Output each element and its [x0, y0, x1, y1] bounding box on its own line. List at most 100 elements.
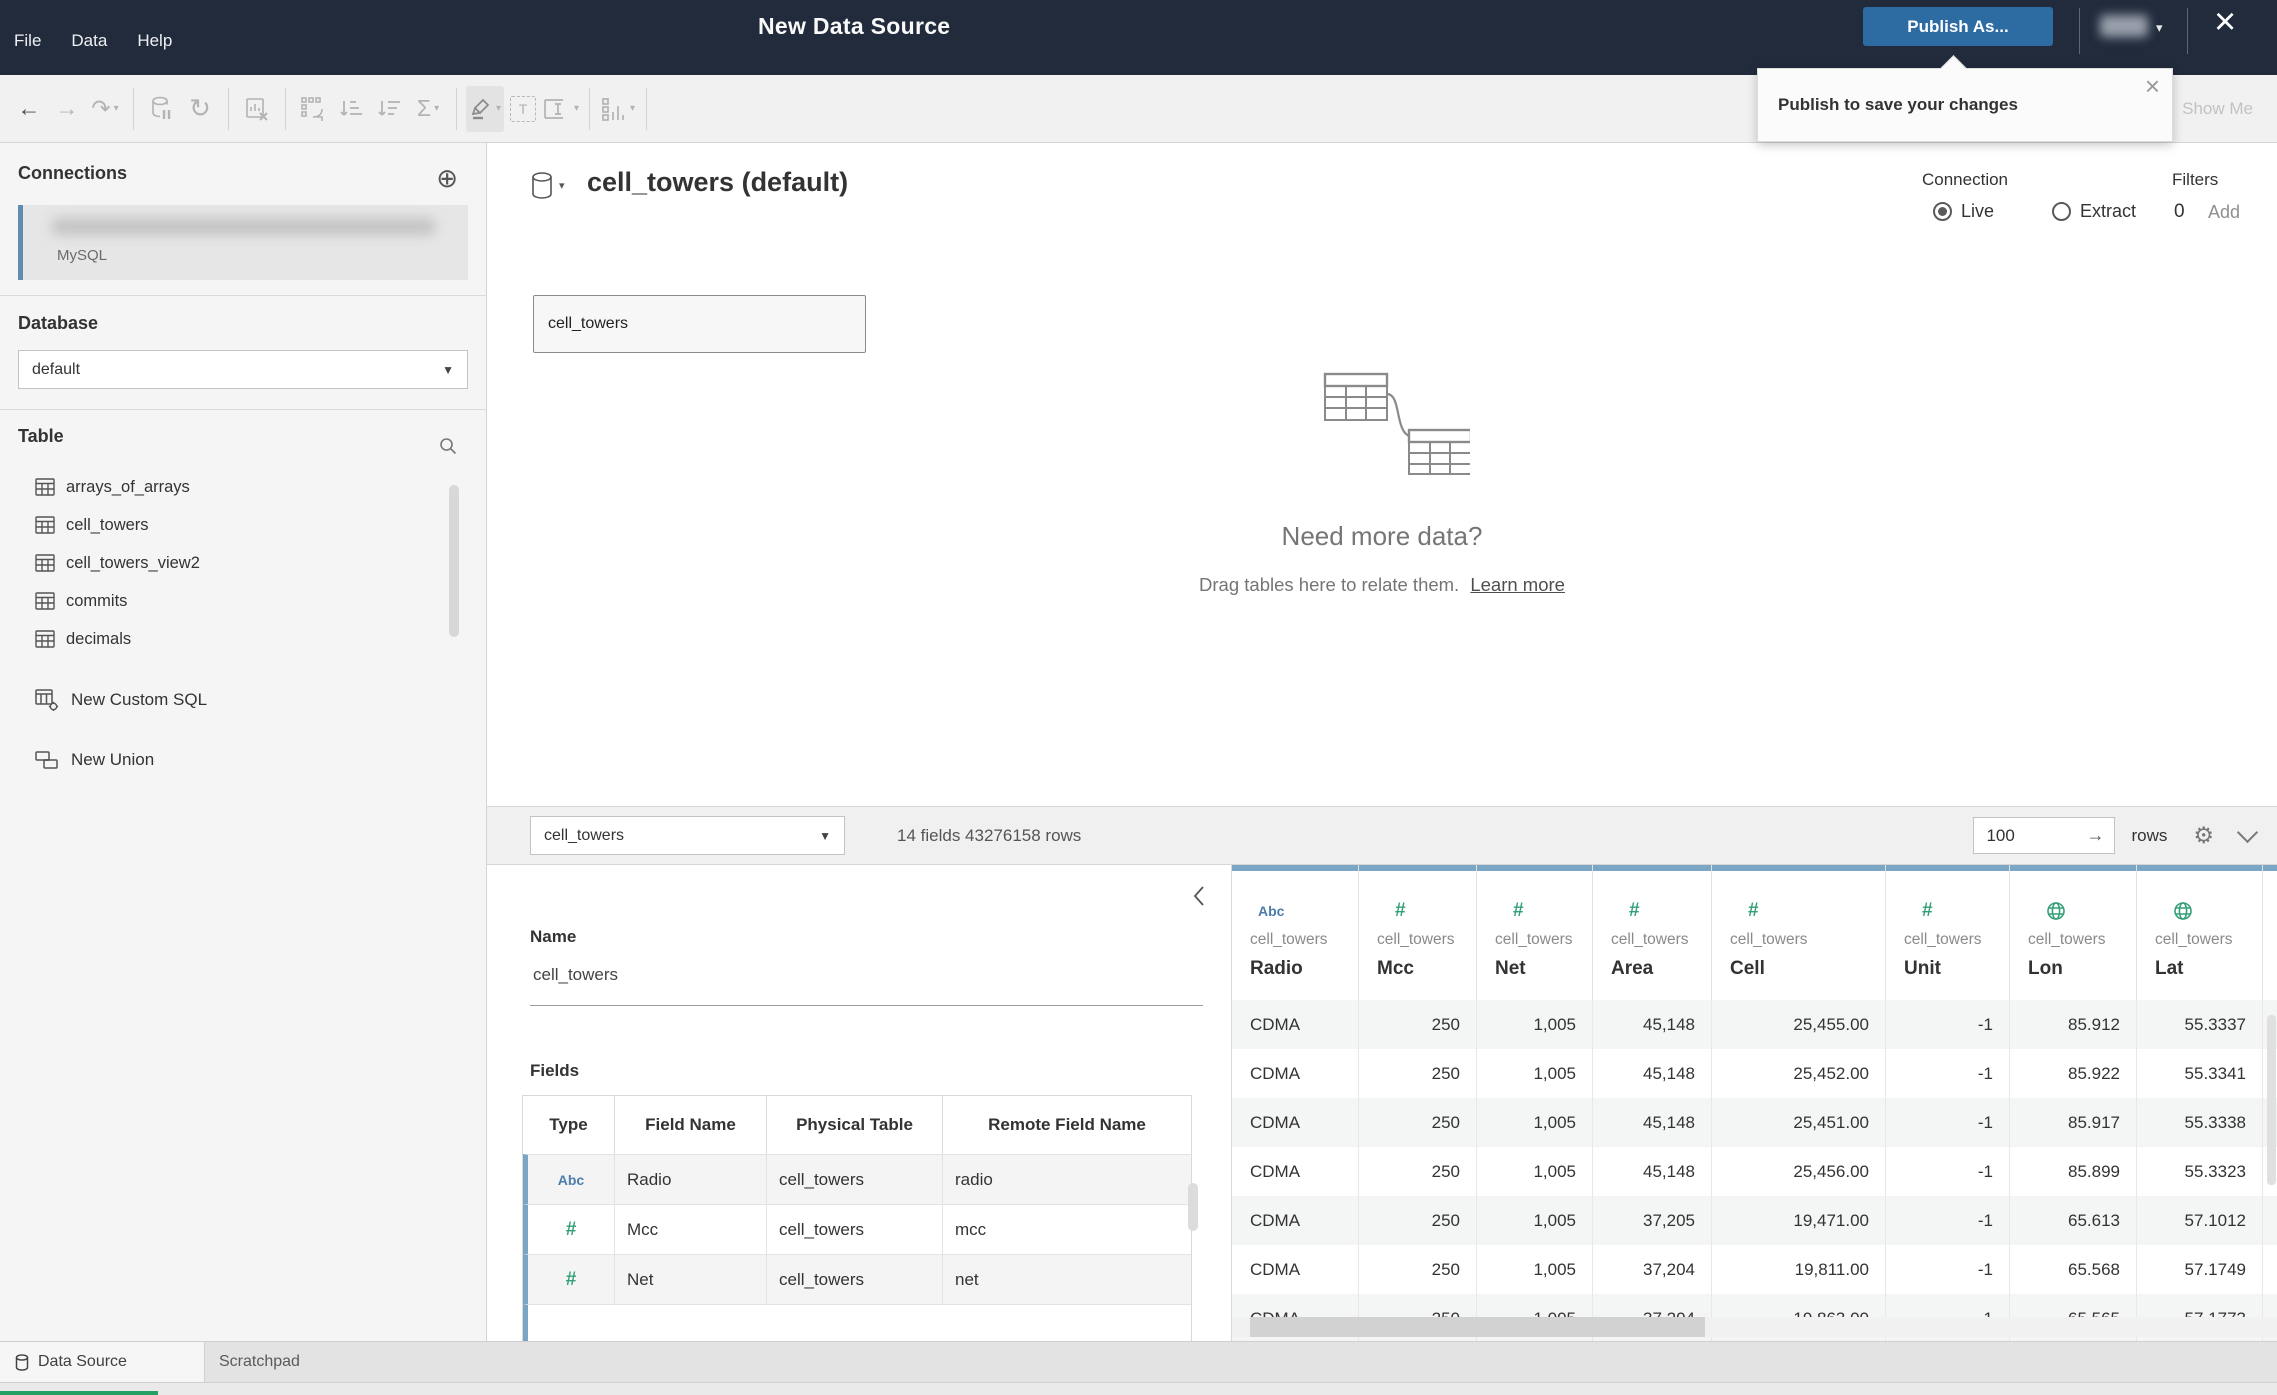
geo-type-icon: [2137, 899, 2262, 923]
title-bar: File Data Help New Data Source Publish A…: [0, 0, 2277, 75]
grid-column-header[interactable]: # cell_towers Area: [1593, 865, 1712, 1000]
add-connection-icon[interactable]: ⊕: [436, 165, 458, 191]
pause-updates-icon[interactable]: [143, 86, 181, 132]
tab-scratchpad[interactable]: Scratchpad: [205, 1342, 409, 1382]
grid-cell: 65.613: [2010, 1196, 2137, 1245]
undo-button[interactable]: ←: [10, 86, 48, 132]
collapse-pane-icon[interactable]: [1193, 885, 1205, 912]
grid-column-header[interactable]: # cell_towers Unit: [1886, 865, 2010, 1000]
publish-as-button[interactable]: Publish As...: [1863, 7, 2053, 46]
grid-body: CDMA 250 1,005 45,148 25,455.00 -1 85.912 55.33…: [1232, 1000, 2277, 1341]
column-table-label: cell_towers: [1250, 931, 1328, 948]
grid-vertical-scrollbar[interactable]: [2267, 1015, 2276, 1185]
toolbar-divider: [228, 87, 229, 130]
radio-selected-icon: [1933, 202, 1952, 221]
tab-data-source-label: Data Source: [38, 1353, 127, 1370]
connection-name-redacted: [51, 218, 436, 235]
sort-descending-icon[interactable]: [371, 86, 409, 132]
new-union-button[interactable]: New Union: [35, 740, 154, 780]
sort-ascending-icon[interactable]: [333, 86, 371, 132]
highlight-icon[interactable]: ▾: [466, 85, 504, 132]
user-menu-caret-icon[interactable]: ▾: [2156, 20, 2163, 36]
grid-horizontal-scrollbar-thumb[interactable]: [1250, 1317, 1705, 1337]
toolbar-divider: [456, 87, 457, 130]
field-row[interactable]: # Mcc cell_towers mcc: [523, 1204, 1191, 1254]
replay-button[interactable]: ↷ ▾: [86, 86, 124, 132]
tab-data-source[interactable]: Data Source: [0, 1342, 205, 1382]
grid-column-header[interactable]: Abc cell_towers Radio: [1232, 865, 1359, 1000]
grid-cell: 57.1012: [2137, 1196, 2263, 1245]
data-preview-grid: Abc cell_towers Radio # cell_towers Mcc # cell_…: [1232, 865, 2277, 1341]
datasource-db-icon[interactable]: ▾: [530, 171, 565, 201]
sidebar-table-item[interactable]: decimals: [0, 620, 486, 658]
grid-column-header[interactable]: # cell_towers Mcc: [1359, 865, 1477, 1000]
show-mark-type-icon[interactable]: ▾: [599, 86, 637, 132]
sidebar-table-item[interactable]: commits: [0, 582, 486, 620]
name-input-underline: [530, 1005, 1203, 1006]
live-radio[interactable]: Live: [1924, 201, 1994, 222]
chevron-down-icon: ▼: [819, 828, 831, 843]
show-me-button[interactable]: Show Me: [2182, 99, 2253, 119]
refresh-icon[interactable]: ↻: [181, 86, 219, 132]
grid-cell: 250: [1359, 1196, 1477, 1245]
field-name-cell: Net: [615, 1255, 767, 1304]
tooltip-close-icon[interactable]: ×: [2145, 71, 2160, 102]
database-select[interactable]: default ▼: [18, 350, 468, 389]
grid-column-header[interactable]: # cell_towers Net: [1477, 865, 1593, 1000]
clear-sheet-icon[interactable]: [238, 86, 276, 132]
field-row[interactable]: Abc Radio cell_towers radio: [523, 1154, 1191, 1204]
field-name-cell: Radio: [615, 1155, 767, 1204]
column-table-label: cell_towers: [1377, 931, 1455, 948]
menu-data[interactable]: Data: [71, 31, 107, 51]
swap-rows-columns-icon[interactable]: [295, 86, 333, 132]
learn-more-link[interactable]: Learn more: [1470, 574, 1565, 595]
sidebar-table-item[interactable]: cell_towers_view2: [0, 544, 486, 582]
table-preview-select[interactable]: cell_towers ▼: [530, 816, 845, 855]
menu-file[interactable]: File: [14, 31, 41, 51]
field-row[interactable]: # Net cell_towers net: [523, 1254, 1191, 1304]
table-item-label: decimals: [66, 629, 132, 648]
filters-add-link[interactable]: Add: [2208, 202, 2240, 223]
logical-table-node[interactable]: cell_towers: [533, 295, 866, 353]
apply-arrow-icon[interactable]: →: [2086, 825, 2104, 846]
row-count-input[interactable]: 100 →: [1973, 817, 2116, 854]
column-table-label: cell_towers: [1495, 931, 1573, 948]
connection-item[interactable]: MySQL: [18, 205, 468, 280]
text-label-icon[interactable]: T: [504, 86, 542, 132]
new-custom-sql-button[interactable]: New Custom SQL: [35, 680, 207, 720]
search-icon[interactable]: [438, 436, 458, 461]
grid-column-header[interactable]: cell_towers Lon: [2010, 865, 2137, 1000]
column-table-label: cell_towers: [2155, 931, 2233, 948]
sidebar-table-item[interactable]: cell_towers: [0, 506, 486, 544]
fit-width-icon[interactable]: ▾: [542, 86, 580, 132]
related-tables-icon: [1323, 372, 1472, 475]
datasource-title: cell_towers (default): [587, 167, 849, 197]
field-row-partial: [523, 1304, 1191, 1341]
radio-unselected-icon: [2052, 202, 2071, 221]
grid-column-header[interactable]: cell_towers Lat: [2137, 865, 2263, 1000]
number-type-icon: #: [565, 1268, 577, 1290]
grid-cell: 37,205: [1593, 1196, 1712, 1245]
user-account-badge[interactable]: [2100, 15, 2148, 37]
string-type-icon: Abc: [1258, 903, 1285, 919]
fields-scrollbar[interactable]: [1188, 1183, 1198, 1231]
sidebar-scrollbar[interactable]: [449, 485, 459, 637]
sidebar-table-item[interactable]: arrays_of_arrays: [0, 468, 486, 506]
grid-row: CDMA 250 1,005 45,148 25,456.00 -1 85.899 55.33…: [1232, 1147, 2277, 1196]
grid-horizontal-scrollbar[interactable]: [1232, 1317, 2277, 1337]
name-value[interactable]: cell_towers: [533, 965, 618, 985]
field-type-cell: Abc: [528, 1155, 615, 1204]
totals-sigma-icon[interactable]: Σ ▾: [409, 86, 447, 132]
grid-cell: 45,148: [1593, 1098, 1712, 1147]
redo-button[interactable]: →: [48, 86, 86, 132]
grid-cell-partial: [2263, 1196, 2277, 1245]
fields-label: Fields: [530, 1061, 580, 1080]
filters-label: Filters: [2172, 170, 2219, 189]
menu-help[interactable]: Help: [137, 31, 172, 51]
close-window-icon[interactable]: ×: [2214, 3, 2236, 41]
extract-radio[interactable]: Extract: [2043, 201, 2136, 222]
gear-icon[interactable]: ⚙: [2193, 824, 2214, 847]
chevron-down-icon[interactable]: [2236, 821, 2259, 844]
number-type-icon: #: [1922, 900, 1933, 921]
grid-column-header[interactable]: # cell_towers Cell: [1712, 865, 1886, 1000]
